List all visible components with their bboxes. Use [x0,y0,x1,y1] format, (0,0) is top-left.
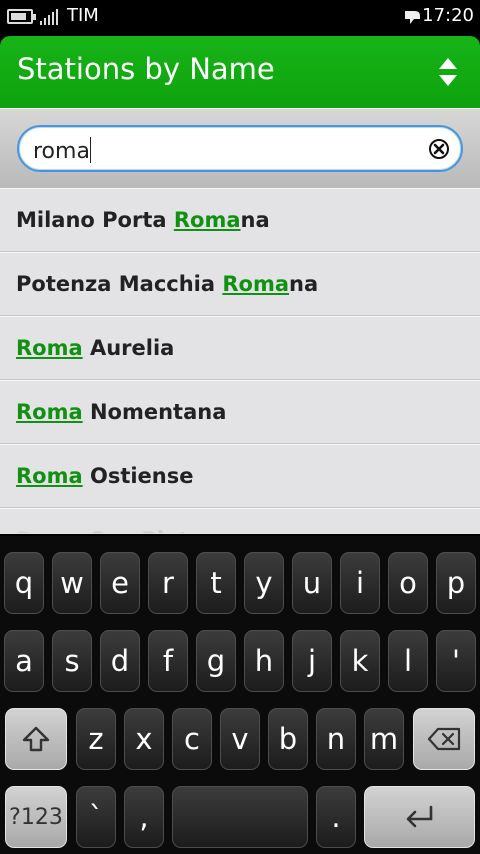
key-e[interactable]: e [100,552,140,614]
station-name-match: Roma [222,272,290,296]
key-g[interactable]: g [196,630,236,692]
signal-strength-icon [40,9,60,25]
station-name-match: Roma [16,336,83,360]
key-m[interactable]: m [364,708,404,770]
station-name-suffix: na [289,272,319,296]
symbols-key[interactable]: ?123 [5,786,67,848]
search-input[interactable]: roma [17,125,463,172]
station-name-match: Roma [173,208,241,232]
key-q[interactable]: q [4,552,44,614]
text-caret [89,137,91,163]
battery-icon [7,9,36,24]
station-results-list[interactable]: Milano Porta Roma na Potenza Macchia Roma n… [0,188,480,534]
key-x[interactable]: x [124,708,164,770]
station-list-item[interactable]: Roma Nomentana [0,380,480,444]
status-bar: TIM 17:20 [0,0,480,34]
key-p[interactable]: p [436,552,476,614]
key-s[interactable]: s [52,630,92,692]
list-fade-overlay [0,518,480,534]
backspace-key[interactable] [413,708,475,770]
key-h[interactable]: h [244,630,284,692]
key-b[interactable]: b [268,708,308,770]
backtick-key[interactable]: ` [76,786,116,848]
shift-arrow-icon [22,726,50,752]
station-name-match: Roma [16,464,83,488]
key-apostrophe[interactable]: ' [436,630,476,692]
key-k[interactable]: k [340,630,380,692]
key-v[interactable]: v [220,708,260,770]
key-d[interactable]: d [100,630,140,692]
key-n[interactable]: n [316,708,356,770]
clock: 17:20 [422,5,474,26]
key-l[interactable]: l [388,630,428,692]
station-name-match: Roma [16,400,83,424]
key-i[interactable]: i [340,552,380,614]
station-list-item[interactable]: Milano Porta Roma na [0,188,480,252]
station-name-suffix: Aurelia [82,336,175,360]
key-t[interactable]: t [196,552,236,614]
station-list-item[interactable]: Potenza Macchia Roma na [0,252,480,316]
page-title: Stations by Name [17,52,275,86]
key-a[interactable]: a [4,630,44,692]
key-u[interactable]: u [292,552,332,614]
carrier-name: TIM [67,5,99,26]
key-r[interactable]: r [148,552,188,614]
page-header: Stations by Name [0,36,480,108]
station-name-suffix: na [240,208,270,232]
comma-key[interactable]: , [124,786,164,848]
enter-return-icon [406,805,432,828]
shift-key[interactable] [5,708,67,770]
backspace-icon [427,727,461,751]
key-z[interactable]: z [76,708,116,770]
sort-up-down-icon[interactable] [437,56,459,88]
station-name-prefix: Milano Porta [16,208,174,232]
key-c[interactable]: c [172,708,212,770]
station-name-prefix: Potenza Macchia [16,272,223,296]
station-list-item[interactable]: Roma Aurelia [0,316,480,380]
station-name-suffix: Ostiense [82,464,194,488]
key-j[interactable]: j [292,630,332,692]
period-key[interactable]: . [316,786,356,848]
search-input-value: roma [33,139,90,164]
station-name-suffix: Nomentana [82,400,227,424]
virtual-keyboard: ?123 ` , . q w e r t y u i o p a s d f g h j k l ' z x c v b n m [0,536,480,854]
key-y[interactable]: y [244,552,284,614]
key-f[interactable]: f [148,630,188,692]
key-o[interactable]: o [388,552,428,614]
notification-icon [405,11,420,24]
search-bar: roma [0,108,480,188]
clear-circle-icon[interactable] [428,138,450,160]
space-key[interactable] [172,786,308,848]
key-w[interactable]: w [52,552,92,614]
station-list-item[interactable]: Roma Ostiense [0,444,480,508]
enter-key[interactable] [364,786,475,848]
